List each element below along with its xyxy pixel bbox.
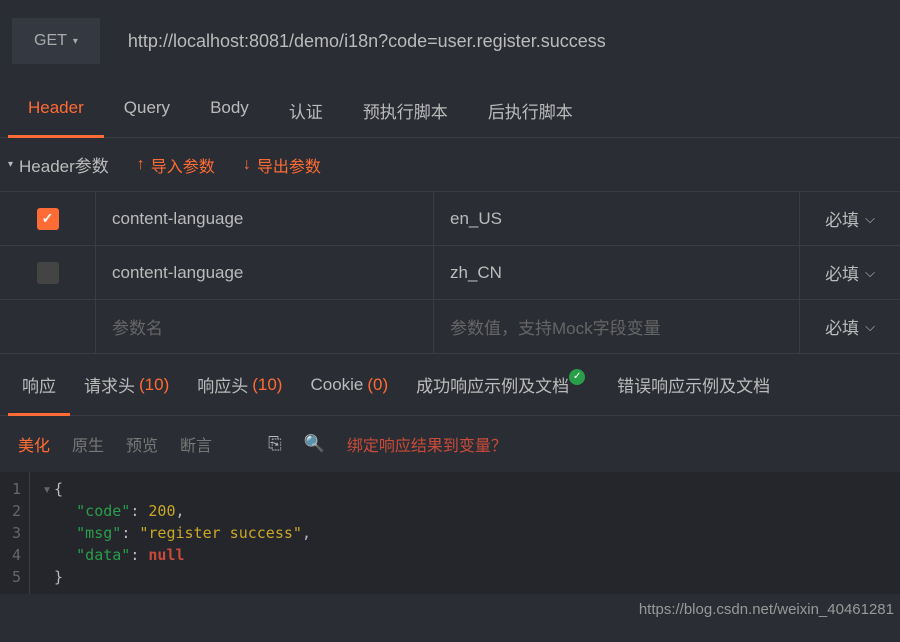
arrow-up-icon <box>137 156 145 174</box>
param-name-input[interactable]: content-language <box>96 192 434 245</box>
import-params-button[interactable]: 导入参数 <box>137 153 215 177</box>
rtab-error-example[interactable]: 错误响应示例及文档 <box>603 354 784 415</box>
param-checkbox[interactable] <box>37 208 59 230</box>
param-required-select[interactable]: 必填 <box>800 192 900 245</box>
url-input[interactable] <box>120 23 888 60</box>
line-numbers: 1 2 3 4 5 <box>0 472 30 594</box>
format-beautify[interactable]: 美化 <box>18 432 50 456</box>
header-params-table: content-language en_US 必填 content-langua… <box>0 191 900 354</box>
param-value-input[interactable]: zh_CN <box>434 246 800 299</box>
tab-post-script[interactable]: 后执行脚本 <box>468 84 593 137</box>
table-row: content-language zh_CN 必填 <box>0 246 900 300</box>
request-tabs: Header Query Body 认证 预执行脚本 后执行脚本 <box>0 84 900 138</box>
response-toolbar: 美化 原生 预览 断言 ⎘ 🔍 绑定响应结果到变量？ <box>0 416 900 472</box>
param-name-input[interactable]: 参数名 <box>96 300 434 353</box>
arrow-down-icon <box>243 156 251 174</box>
rtab-cookie[interactable]: Cookie (0) <box>296 357 402 413</box>
success-badge-icon <box>569 369 585 385</box>
rtab-request-headers[interactable]: 请求头 (10) <box>70 354 183 415</box>
response-code-editor[interactable]: 1 2 3 4 5 ▾{ "code": 200, "msg": "regist… <box>0 472 900 594</box>
tab-body[interactable]: Body <box>190 84 269 137</box>
header-params-toggle[interactable]: Header参数 <box>8 152 109 177</box>
rtab-response-headers[interactable]: 响应头 (10) <box>183 354 296 415</box>
table-row: 参数名 参数值，支持Mock字段变量 必填 <box>0 300 900 354</box>
format-assert[interactable]: 断言 <box>180 432 212 456</box>
tab-pre-script[interactable]: 预执行脚本 <box>343 84 468 137</box>
rtab-response[interactable]: 响应 <box>8 354 70 415</box>
copy-icon[interactable]: ⎘ <box>268 434 282 454</box>
http-method-selector[interactable]: GET <box>12 18 100 64</box>
tab-header[interactable]: Header <box>8 84 104 137</box>
response-tabs: 响应 请求头 (10) 响应头 (10) Cookie (0) 成功响应示例及文… <box>0 354 900 416</box>
watermark: https://blog.csdn.net/weixin_40461281 <box>639 601 894 618</box>
code-content: ▾{ "code": 200, "msg": "register success… <box>30 472 321 594</box>
table-row: content-language en_US 必填 <box>0 192 900 246</box>
tab-auth[interactable]: 认证 <box>269 84 343 137</box>
export-params-button[interactable]: 导出参数 <box>243 153 321 177</box>
format-preview[interactable]: 预览 <box>126 432 158 456</box>
param-required-select[interactable]: 必填 <box>800 300 900 353</box>
param-value-input[interactable]: en_US <box>434 192 800 245</box>
bind-variable-link[interactable]: 绑定响应结果到变量？ <box>347 432 507 456</box>
param-required-select[interactable]: 必填 <box>800 246 900 299</box>
param-name-input[interactable]: content-language <box>96 246 434 299</box>
tab-query[interactable]: Query <box>104 84 190 137</box>
rtab-success-example[interactable]: 成功响应示例及文档 <box>402 354 603 415</box>
search-icon[interactable]: 🔍 <box>304 434 325 454</box>
format-raw[interactable]: 原生 <box>72 432 104 456</box>
param-value-input[interactable]: 参数值，支持Mock字段变量 <box>434 300 800 353</box>
param-checkbox[interactable] <box>37 262 59 284</box>
